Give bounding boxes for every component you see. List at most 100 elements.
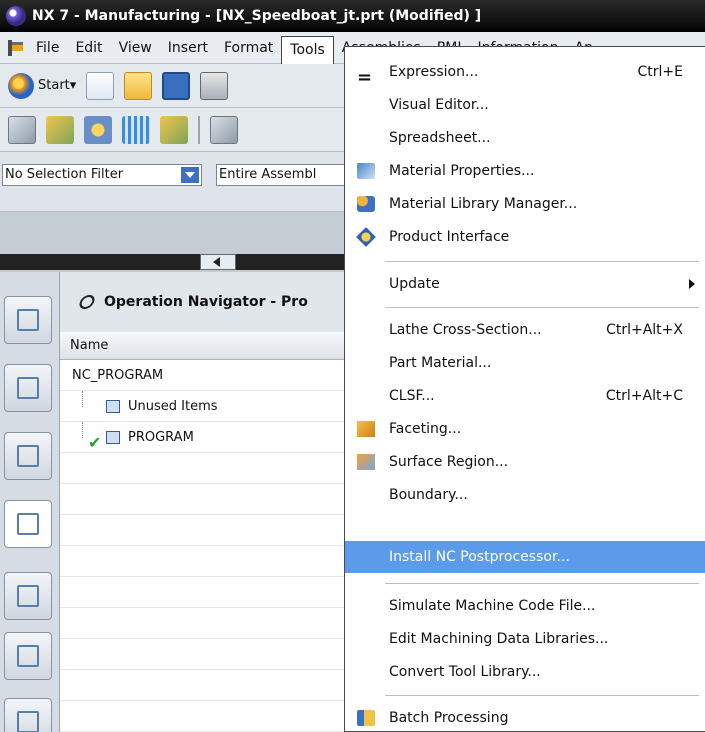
assembly-navigator-tab[interactable] <box>4 296 52 344</box>
menu-item-boundary[interactable]: Boundary... <box>345 480 705 510</box>
menu-view[interactable]: View <box>111 35 160 61</box>
menu-tools[interactable]: Tools <box>281 35 334 64</box>
part-navigator-icon <box>17 445 39 467</box>
tree-row-empty <box>60 515 345 546</box>
tree-row[interactable]: Unused Items <box>60 391 345 422</box>
menu-item-spreadsheet[interactable]: Spreadsheet... <box>345 123 705 153</box>
toolbar-separator <box>198 115 200 144</box>
menu-item-label: CLSF... <box>389 388 435 404</box>
menu-item-update[interactable]: Update <box>345 269 705 299</box>
tree-row-empty <box>60 546 345 577</box>
menu-item-label: Update <box>389 276 440 292</box>
operation-navigator-tab[interactable] <box>4 500 52 548</box>
menu-item-clsf[interactable]: CLSF... Ctrl+Alt+C <box>345 381 705 411</box>
operation-navigator-tree: Name NC_PROGRAM Unused Items ✔ PROGRAM <box>60 332 345 732</box>
submenu-arrow-icon <box>689 279 695 289</box>
tree-row-label: NC_PROGRAM <box>72 368 164 383</box>
menu-item-label: Boundary... <box>389 487 468 503</box>
program-group-icon <box>106 431 120 444</box>
menu-item-shortcut: Ctrl+Alt+X <box>606 322 683 338</box>
new-file-icon[interactable] <box>86 71 115 100</box>
menu-item-label: Material Properties... <box>389 163 535 179</box>
menu-item-faceting[interactable]: Faceting... <box>345 414 705 444</box>
menu-format[interactable]: Format <box>216 35 281 61</box>
menu-item-label: Batch Processing <box>389 710 509 726</box>
menu-insert[interactable]: Insert <box>160 35 216 61</box>
menu-item-label: Part Material... <box>389 355 492 371</box>
constraint-navigator-icon <box>17 377 39 399</box>
menu-item-install-nc-postprocessor[interactable]: Install NC Postprocessor... <box>345 541 705 573</box>
tree-row[interactable]: NC_PROGRAM <box>60 360 345 391</box>
selection-scope-dropdown[interactable]: Entire Assembl <box>216 164 356 186</box>
assembly-navigator-icon <box>17 309 39 331</box>
chevron-down-icon[interactable] <box>181 167 199 183</box>
tree-row-empty <box>60 484 345 515</box>
scroll-left-button[interactable] <box>200 254 236 270</box>
save-icon[interactable] <box>162 71 191 100</box>
operation-navigator-icon <box>17 513 39 535</box>
menu-item-batch-processing[interactable]: Batch Processing <box>345 703 705 732</box>
resource-bar <box>0 272 60 732</box>
constraint-navigator-tab[interactable] <box>4 364 52 412</box>
batch-processing-icon <box>357 710 375 726</box>
machine-tool-navigator-tab[interactable] <box>4 632 52 680</box>
selection-filter-dropdown[interactable]: No Selection Filter <box>2 164 202 186</box>
menu-item-material-library-manager[interactable]: Material Library Manager... <box>345 189 705 219</box>
menu-item-label: Simulate Machine Code File... <box>389 598 596 614</box>
tree-row[interactable]: ✔ PROGRAM <box>60 422 345 453</box>
menu-item-material-properties[interactable]: Material Properties... <box>345 156 705 186</box>
navigator-title: Operation Navigator - Pro <box>104 294 308 310</box>
start-button[interactable]: Start▾ <box>8 72 76 99</box>
menu-item-product-interface[interactable]: Product Interface <box>345 222 705 252</box>
menu-item-label: Install NC Postprocessor... <box>389 549 570 565</box>
navigator-header: Operation Navigator - Pro <box>60 272 350 332</box>
menu-item-label: Product Interface <box>389 229 510 245</box>
create-geometry-icon[interactable] <box>84 115 112 144</box>
menu-edit[interactable]: Edit <box>67 35 110 61</box>
menu-item-label: Surface Region... <box>389 454 509 470</box>
menu-separator <box>385 583 699 584</box>
menu-item-part-material[interactable]: Part Material... <box>345 348 705 378</box>
menu-item-label: Spreadsheet... <box>389 130 491 146</box>
tree-row-empty <box>60 701 345 732</box>
window-title: NX 7 - Manufacturing - [NX_Speedboat_jt.… <box>32 8 482 24</box>
menu-item-label: Material Library Manager... <box>389 196 578 212</box>
operation-tool-icon[interactable] <box>210 115 238 144</box>
part-navigator-tab[interactable] <box>4 432 52 480</box>
menu-item-label: Expression... <box>389 64 479 80</box>
menu-item-surface-region[interactable]: Surface Region... <box>345 447 705 477</box>
menu-item-label: Faceting... <box>389 421 462 437</box>
create-program-icon[interactable] <box>8 115 36 144</box>
expression-icon <box>357 64 375 80</box>
create-method-icon[interactable] <box>122 115 150 144</box>
menu-item-shortcut: Ctrl+E <box>637 64 684 80</box>
open-folder-icon[interactable] <box>124 71 153 100</box>
create-operation-icon[interactable] <box>160 115 188 144</box>
menu-item-label: Lathe Cross-Section... <box>389 322 542 338</box>
print-icon[interactable] <box>200 71 229 100</box>
create-tool-icon[interactable] <box>46 115 74 144</box>
machine-tool-icon <box>17 645 39 667</box>
name-column-header[interactable]: Name <box>60 332 345 360</box>
history-icon <box>17 711 39 732</box>
menu-separator <box>385 261 699 262</box>
reuse-library-tab[interactable] <box>4 572 52 620</box>
menu-item-visual-editor[interactable]: Visual Editor... <box>345 90 705 120</box>
menu-item-lathe-cross-section[interactable]: Lathe Cross-Section... Ctrl+Alt+X <box>345 315 705 345</box>
history-tab[interactable] <box>4 698 52 732</box>
pin-icon[interactable] <box>77 295 97 309</box>
menu-item-label: Visual Editor... <box>389 97 489 113</box>
product-interface-icon <box>356 227 376 247</box>
menu-item-simulate-machine-code[interactable]: Simulate Machine Code File... <box>345 591 705 621</box>
tree-row-empty <box>60 577 345 608</box>
menu-separator <box>385 307 699 308</box>
menu-item-expression[interactable]: Expression... Ctrl+E <box>345 57 705 87</box>
menu-item-shortcut: Ctrl+Alt+C <box>605 388 683 404</box>
horizontal-scrollbar[interactable] <box>0 254 360 270</box>
menu-item-label: Convert Tool Library... <box>389 664 541 680</box>
tree-row-empty <box>60 639 345 670</box>
menu-item-convert-tool-library[interactable]: Convert Tool Library... <box>345 657 705 687</box>
reuse-library-icon <box>17 585 39 607</box>
menu-file[interactable]: File <box>28 35 67 61</box>
menu-item-edit-machining-data[interactable]: Edit Machining Data Libraries... <box>345 624 705 654</box>
